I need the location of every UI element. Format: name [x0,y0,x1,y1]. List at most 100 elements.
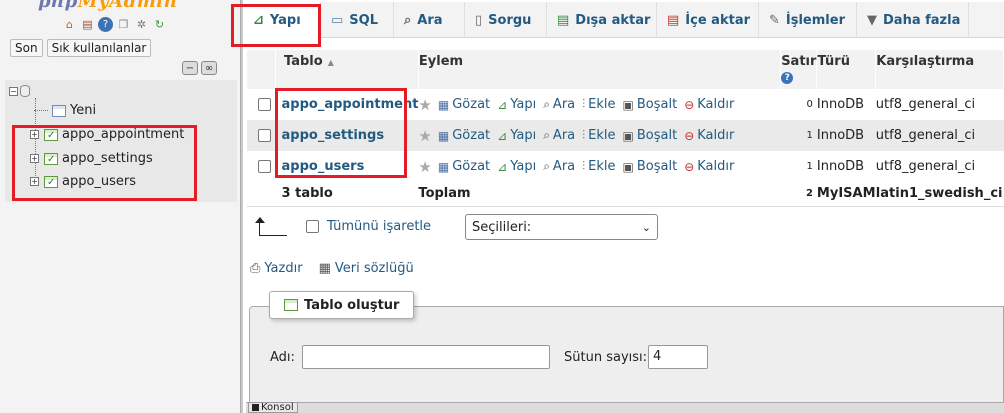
tree-item-appo-settings[interactable]: + ✓ appo_settings [30,151,153,166]
table-icon[interactable]: ✓ [44,128,58,141]
tab-search[interactable]: ⌕ Ara [394,2,465,38]
print-link[interactable]: Yazdır [264,261,302,276]
search-action[interactable]: ⌕ Ara [543,159,575,174]
home-icon[interactable]: ⌂ [62,17,77,32]
data-dictionary-link[interactable]: Veri sözlüğü [335,261,414,276]
summary-total-label: Toplam [418,182,781,207]
structure-action[interactable]: ⊿ Yapı [497,128,536,143]
drop-action[interactable]: ⊖ Kaldır [684,159,734,174]
empty-action[interactable]: ▣ Boşalt [623,159,678,174]
header-table[interactable]: Tablo ▲ [275,50,419,89]
table-name-input[interactable] [302,345,550,369]
tab-query[interactable]: ▯ Sorgu [465,2,547,38]
table-icon[interactable]: ✓ [44,152,58,165]
insert-icon: ⫶ [582,97,586,111]
tree-item-label[interactable]: appo_users [62,174,136,189]
caret-down-icon: ▼ [867,12,877,28]
search-action[interactable]: ⌕ Ara [543,97,575,112]
new-table-icon [52,104,66,117]
tree-root-database[interactable]: − [9,85,30,97]
browse-action[interactable]: ▦ Gözat [438,97,490,112]
settings-gear-icon[interactable]: ✲ [134,17,149,32]
drop-icon: ⊖ [684,97,695,112]
help-icon[interactable]: ? [781,72,794,84]
tab-export[interactable]: ▤ Dışa aktar [547,2,657,38]
tree-item-appo-appointment[interactable]: + ✓ appo_appointment [30,127,184,142]
expand-icon[interactable]: + [30,154,39,163]
row-checkbox[interactable] [258,129,271,142]
favorites-button[interactable]: Sık kullanılanlar [46,39,152,57]
tree-item-new[interactable]: Yeni [34,103,96,118]
search-icon: ⌕ [543,128,550,142]
table-name-link[interactable]: appo_settings [282,128,385,143]
row-checkbox[interactable] [258,160,271,173]
structure-action[interactable]: ⊿ Yapı [497,159,536,174]
structure-icon: ⊿ [497,159,508,174]
favorite-star-icon[interactable]: ★ [418,127,431,145]
header-rows[interactable]: Satır? [780,50,818,89]
drop-action[interactable]: ⊖ Kaldır [684,128,734,143]
collapse-icon[interactable]: − [9,86,18,96]
nav-resize-handle[interactable] [240,0,243,413]
header-action: Eylem [418,50,782,89]
action-label: Ekle [588,128,616,143]
logout-icon[interactable]: ▤ [80,17,95,32]
print-icon[interactable]: ⎙ [250,261,260,276]
tree-item-label[interactable]: appo_settings [62,151,153,166]
export-icon: ▤ [557,12,570,28]
tab-import[interactable]: ▤ İçe aktar [657,2,759,38]
console-toggle[interactable]: Konsol [248,402,298,413]
insert-action[interactable]: ⫶ Ekle [582,97,615,112]
search-icon: ⌕ [543,97,550,111]
action-label: Boşalt [636,159,678,174]
collation: utf8_general_ci [875,120,1004,151]
tab-more[interactable]: ▼ Daha fazla [857,2,969,38]
empty-action[interactable]: ▣ Boşalt [623,97,678,112]
empty-icon: ▣ [622,128,634,143]
insert-action[interactable]: ⫶ Ekle [582,128,615,143]
check-all-label[interactable]: Tümünü işaretle [327,219,431,234]
documentation-icon[interactable]: ❐ [116,17,131,32]
row-count: 1 [780,151,817,182]
table-name-link[interactable]: appo_users [282,159,365,174]
structure-action[interactable]: ⊿ Yapı [497,97,536,112]
wrench-icon: ✎ [769,12,780,28]
column-count-input[interactable]: 4 [648,345,708,369]
table-name-link[interactable]: appo_appointment [282,97,419,112]
expand-icon[interactable]: + [30,177,39,186]
with-selected-dropdown[interactable]: Seçilileri: ⌄ [465,214,658,240]
header-type[interactable]: Türü [816,50,877,89]
tab-sql[interactable]: ▭ SQL [321,2,394,38]
recent-button[interactable]: Son [10,39,43,57]
table-icon[interactable]: ✓ [44,175,58,188]
tree-item-appo-users[interactable]: + ✓ appo_users [30,174,136,189]
row-checkbox[interactable] [258,98,271,111]
insert-icon: ⫶ [582,128,586,142]
collapse-all-icon[interactable]: − [182,61,198,75]
favorite-star-icon[interactable]: ★ [418,96,431,114]
favorite-star-icon[interactable]: ★ [418,158,431,176]
browse-action[interactable]: ▦ Gözat [438,128,490,143]
search-action[interactable]: ⌕ Ara [543,128,575,143]
drop-action[interactable]: ⊖ Kaldır [684,97,734,112]
help-icon[interactable]: ? [98,17,113,32]
data-dictionary-icon[interactable]: ▦ [319,261,331,276]
reload-icon[interactable]: ↻ [152,17,167,32]
link-with-main-icon[interactable]: ∞ [201,61,217,75]
browse-action[interactable]: ▦ Gözat [438,159,490,174]
tab-label: Yapı [269,12,301,28]
drop-icon: ⊖ [684,159,695,174]
check-all-control[interactable]: Tümünü işaretle [306,219,431,234]
empty-action[interactable]: ▣ Boşalt [623,128,678,143]
action-label: Kaldır [697,159,735,174]
tab-operations[interactable]: ✎ İşlemler [759,2,857,38]
check-all-checkbox[interactable] [306,220,319,233]
import-icon: ▤ [667,12,680,28]
header-collation[interactable]: Karşılaştırma [875,50,1004,89]
tab-structure[interactable]: ⊿ Yapı [243,2,321,38]
expand-icon[interactable]: + [30,130,39,139]
tree-item-label[interactable]: appo_appointment [62,127,184,142]
insert-action[interactable]: ⫶ Ekle [582,159,615,174]
phpmyadmin-logo[interactable]: phpMyAdmin [38,0,177,12]
tab-label: SQL [349,12,378,28]
